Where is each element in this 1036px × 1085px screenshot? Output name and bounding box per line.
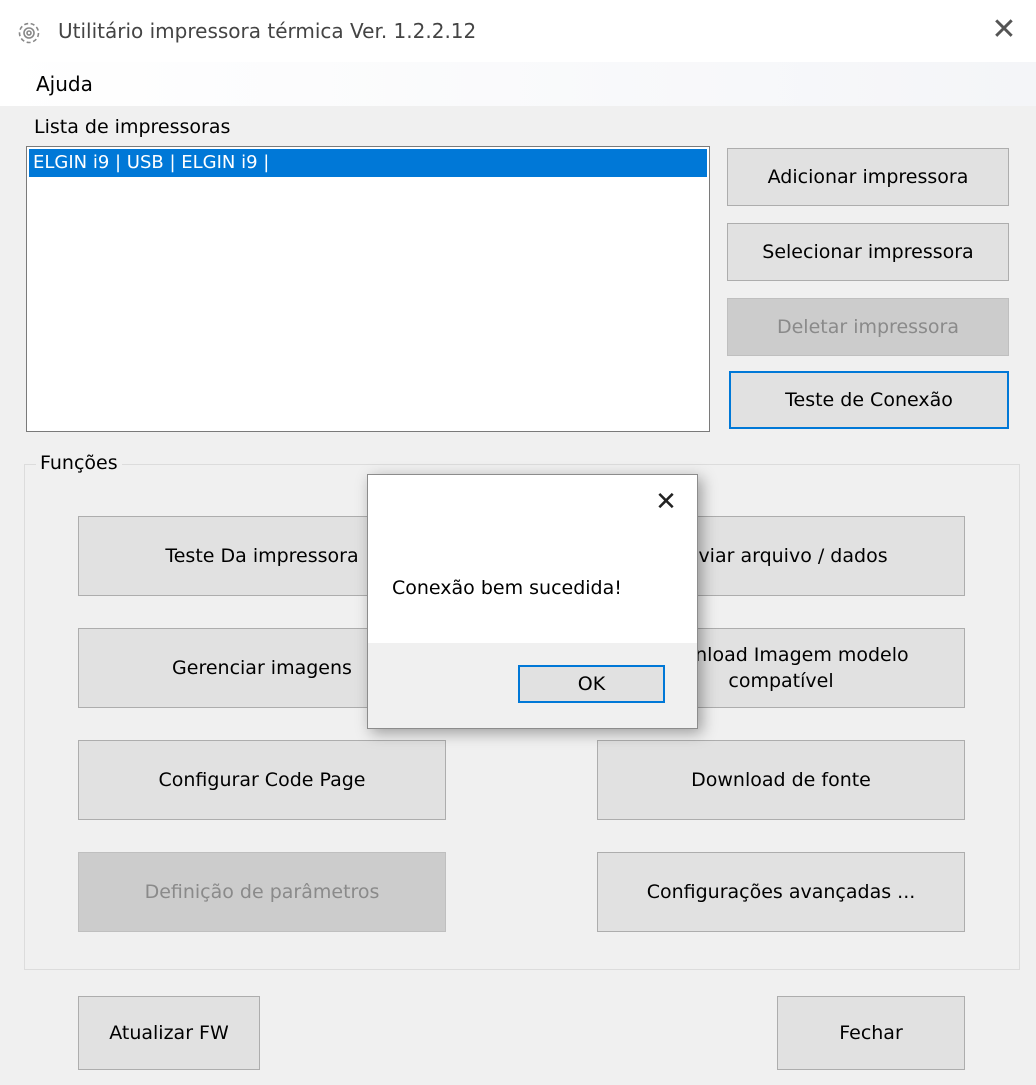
printer-list-item-selected[interactable]: ELGIN i9 | USB | ELGIN i9 | <box>29 149 707 177</box>
dialog-close-button[interactable]: ✕ <box>651 487 681 517</box>
select-printer-button[interactable]: Selecionar impressora <box>727 223 1009 281</box>
advanced-settings-button[interactable]: Configurações avançadas ... <box>597 852 965 932</box>
window-close-button[interactable]: ✕ <box>986 12 1022 48</box>
menu-bar: Ajuda <box>0 62 1036 106</box>
close-app-button[interactable]: Fechar <box>777 996 965 1070</box>
add-printer-button[interactable]: Adicionar impressora <box>727 148 1009 206</box>
connection-success-dialog: ✕ Conexão bem sucedida! OK <box>367 474 698 729</box>
printer-list-label: Lista de impressoras <box>34 116 231 138</box>
window-title: Utilitário impressora térmica Ver. 1.2.2… <box>58 19 477 43</box>
configure-code-page-button[interactable]: Configurar Code Page <box>78 740 446 820</box>
download-font-button[interactable]: Download de fonte <box>597 740 965 820</box>
parameters-button[interactable]: Definição de parâmetros <box>78 852 446 932</box>
test-connection-button[interactable]: Teste de Conexão <box>729 371 1009 429</box>
functions-group-title: Funções <box>36 450 122 476</box>
download-image-label-line2: compatível <box>728 670 834 692</box>
delete-printer-button[interactable]: Deletar impressora <box>727 298 1009 356</box>
dialog-footer: OK <box>368 643 697 728</box>
title-bar: Utilitário impressora térmica Ver. 1.2.2… <box>0 0 1036 62</box>
ok-button[interactable]: OK <box>518 665 665 703</box>
printer-listbox[interactable]: ELGIN i9 | USB | ELGIN i9 | <box>26 146 710 432</box>
dialog-message: Conexão bem sucedida! <box>392 577 622 599</box>
gear-icon <box>18 22 40 44</box>
update-firmware-button[interactable]: Atualizar FW <box>78 996 260 1070</box>
menu-help[interactable]: Ajuda <box>36 70 93 98</box>
